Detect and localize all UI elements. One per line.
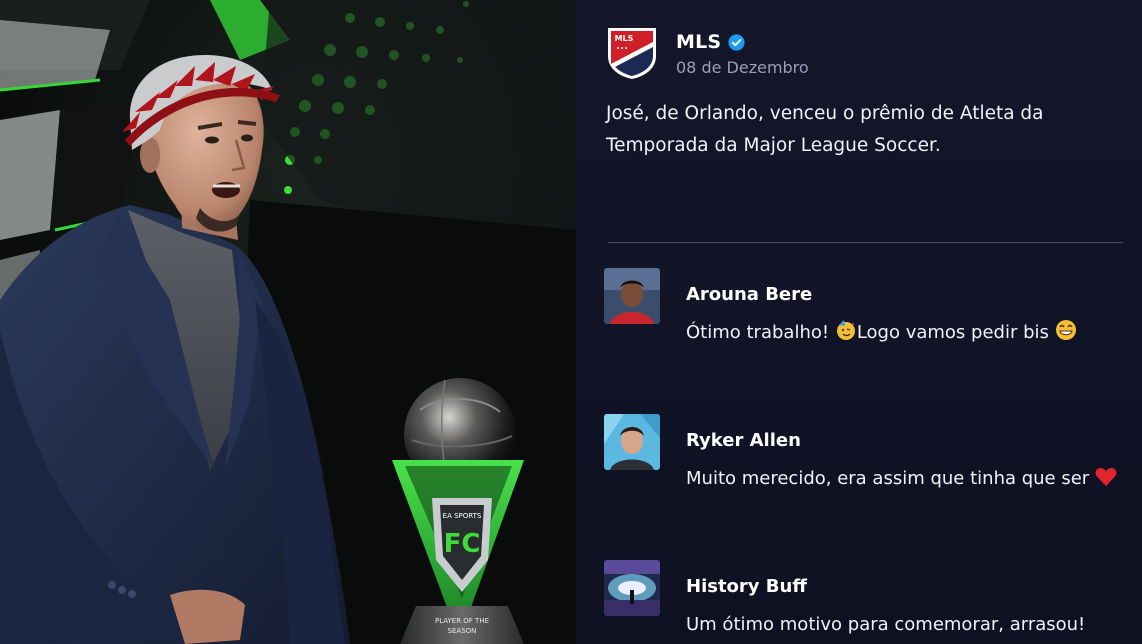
post-header: MLS MLS 08 de Dezembro [606,26,809,80]
avatar[interactable] [604,560,660,616]
red-heart-emoji [1095,468,1117,486]
grinning-face-emoji [1055,320,1076,340]
post-image: EA SPORTS FC PLAYER OF THE SEASON [0,0,576,644]
comment-text: Muito merecido, era assim que tinha que … [686,462,1136,496]
verified-check-icon [728,33,745,51]
post-author-name[interactable]: MLS [676,31,721,53]
divider [608,242,1123,243]
trophy-top-text: EA SPORTS [443,512,482,520]
trophy-plate-text: PLAYER OF THE [435,617,489,625]
post-text: José, de Orlando, venceu o prêmio de Atl… [606,103,1044,156]
post-detail-view: EA SPORTS FC PLAYER OF THE SEASON MLS ML… [0,0,1142,644]
comment-text: Ótimo trabalho! Logo vamos pedir bis [686,316,1136,350]
comment-text: Um ótimo motivo para comemorar, arrasou! [686,614,1086,635]
fc-logo: FC [444,529,481,559]
post-date: 08 de Dezembro [676,58,809,77]
comment-author[interactable]: Ryker Allen [686,430,801,451]
svg-text:MLS: MLS [615,34,634,43]
svg-text:SEASON: SEASON [448,627,477,635]
mls-logo[interactable]: MLS [606,26,658,80]
comment-author[interactable]: Arouna Bere [686,284,812,305]
award-scene-illustration: EA SPORTS FC PLAYER OF THE SEASON [0,0,576,644]
avatar[interactable] [604,414,660,470]
partying-face-emoji [836,320,855,340]
comment-author[interactable]: History Buff [686,576,807,597]
social-feed-panel: MLS MLS 08 de Dezembro José, de Orlando,… [576,0,1142,644]
avatar[interactable] [604,268,660,324]
